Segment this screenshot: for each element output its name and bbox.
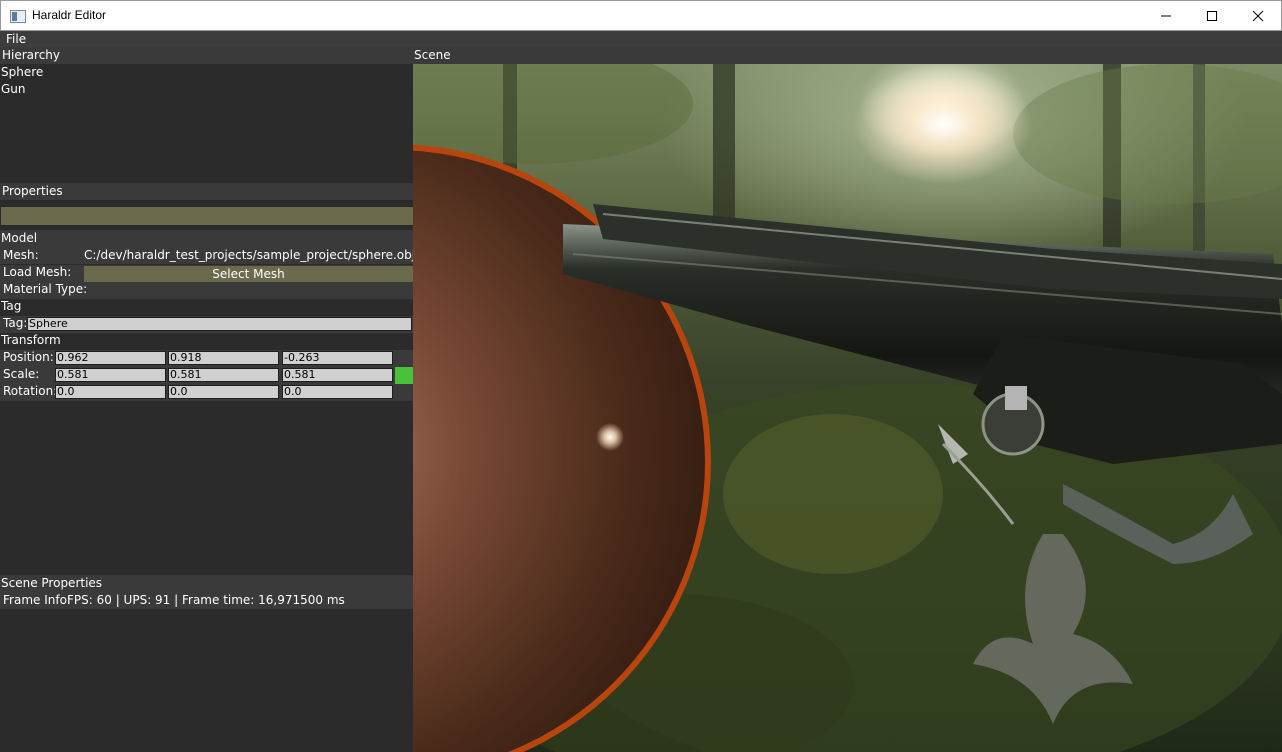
material-type-label: Material Type: — [3, 282, 88, 296]
load-mesh-label: Load Mesh: — [3, 265, 72, 279]
rotation-y-input[interactable]: 0.0 — [168, 385, 279, 399]
rotation-label: Rotation: — [3, 384, 58, 398]
close-icon — [1252, 10, 1264, 22]
mesh-label: Mesh: — [3, 248, 39, 262]
maximize-button[interactable] — [1189, 1, 1235, 31]
rotation-x-input[interactable]: 0.0 — [55, 385, 166, 399]
hierarchy-header: Hierarchy — [0, 47, 413, 64]
minimize-button[interactable] — [1143, 1, 1189, 31]
hierarchy-item-sphere[interactable]: Sphere — [1, 64, 43, 81]
menu-file[interactable]: File — [6, 32, 26, 46]
mesh-path: C:/dev/haraldr_test_projects/sample_proj… — [84, 248, 416, 262]
model-header: Model — [0, 230, 413, 247]
scale-label: Scale: — [3, 367, 40, 381]
select-mesh-button[interactable]: Select Mesh — [84, 266, 413, 282]
menu-bar: File — [0, 31, 1282, 47]
close-button[interactable] — [1235, 1, 1281, 31]
scale-y-input[interactable]: 0.581 — [168, 368, 279, 382]
uniform-scale-toggle[interactable] — [395, 367, 413, 385]
scale-x-input[interactable]: 0.581 — [55, 368, 166, 382]
frame-info-label: Frame Info: — [3, 593, 71, 607]
minimize-icon — [1161, 15, 1171, 17]
position-y-input[interactable]: 0.918 — [168, 351, 279, 365]
transform-header: Transform — [1, 333, 61, 347]
position-spacer — [395, 350, 413, 367]
app-icon — [10, 10, 26, 23]
left-panel: Hierarchy Sphere Gun Properties Model Me… — [0, 47, 416, 752]
properties-header: Properties — [0, 183, 413, 200]
hierarchy-item-gun[interactable]: Gun — [1, 81, 26, 98]
position-z-input[interactable]: -0.263 — [282, 351, 393, 365]
frame-info-value: FPS: 60 | UPS: 91 | Frame time: 16,97150… — [67, 593, 345, 607]
maximize-icon — [1207, 11, 1217, 21]
scene-viewport[interactable] — [413, 64, 1282, 752]
position-x-input[interactable]: 0.962 — [55, 351, 166, 365]
tag-label: Tag: — [3, 316, 28, 330]
scene-properties-header: Scene Properties — [0, 575, 413, 592]
rotation-z-input[interactable]: 0.0 — [282, 385, 393, 399]
position-label: Position: — [3, 350, 54, 364]
scale-z-input[interactable]: 0.581 — [282, 368, 393, 382]
rotation-spacer — [395, 384, 413, 401]
tag-input[interactable]: Sphere — [27, 317, 412, 331]
scene-render — [413, 64, 1282, 752]
window-title: Haraldr Editor — [32, 8, 107, 22]
properties-name-field[interactable] — [1, 207, 413, 225]
window-titlebar: Haraldr Editor — [0, 0, 1282, 31]
tag-header: Tag — [1, 299, 22, 313]
scene-header: Scene — [413, 47, 1282, 64]
